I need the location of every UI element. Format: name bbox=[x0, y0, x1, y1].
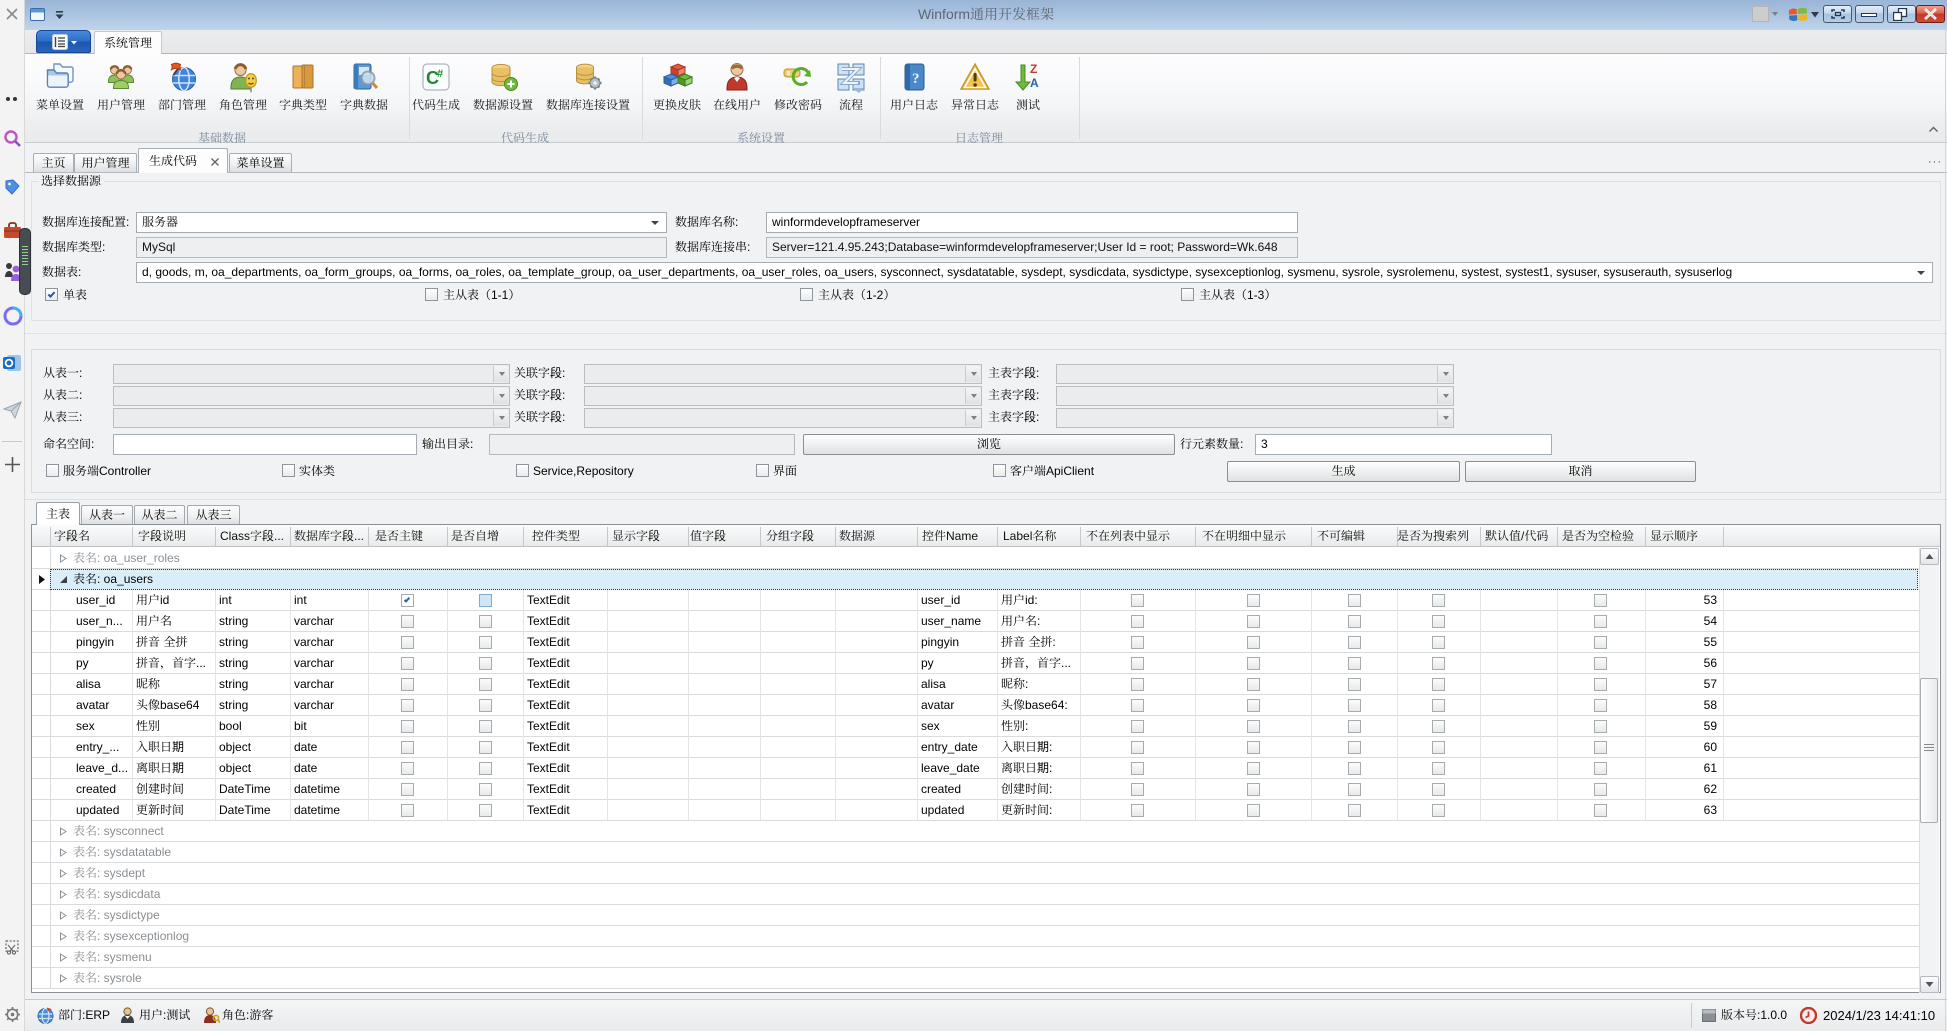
svg-text:#: # bbox=[437, 68, 443, 80]
svg-text:?: ? bbox=[912, 71, 920, 87]
svg-text:Z: Z bbox=[1030, 62, 1037, 76]
svg-text:A: A bbox=[1030, 76, 1039, 90]
